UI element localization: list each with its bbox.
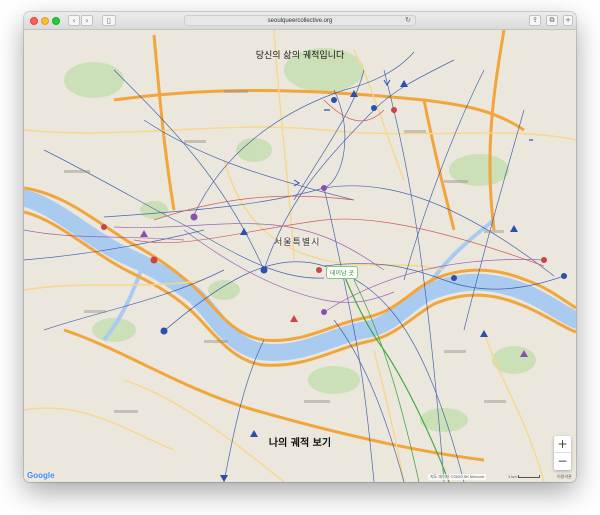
zoom-in-button[interactable]: +	[554, 436, 571, 453]
url-text: seoulqueercollective.org	[267, 18, 333, 24]
minimize-window-button[interactable]	[41, 17, 49, 25]
forward-button[interactable]: ›	[81, 15, 93, 26]
scale-label: 1 km	[508, 474, 517, 479]
terms-link[interactable]: 이용약관	[557, 474, 572, 480]
sidebar-toggle-button[interactable]: ▯	[102, 15, 116, 26]
browser-window: ‹ › ▯ seoulqueercollective.org ↻ ⇪ ⧉ + 당…	[24, 12, 576, 482]
sidebar-icon: ▯	[106, 16, 112, 25]
map-canvas	[24, 30, 576, 482]
zoom-control: + −	[554, 436, 571, 470]
zoom-window-button[interactable]	[52, 17, 60, 25]
share-icon: ⇪	[532, 16, 538, 24]
tabs-icon: ⧉	[549, 16, 555, 24]
trajectory-routes	[24, 51, 565, 482]
trajectory-heading: 당신의 삶의 궤적입니다	[255, 51, 345, 61]
map-scale[interactable]: 1 km	[508, 474, 540, 479]
chevron-right-icon: ›	[85, 16, 89, 25]
new-tab-button[interactable]: +	[563, 15, 573, 26]
plus-icon: +	[565, 16, 571, 24]
browser-titlebar: ‹ › ▯ seoulqueercollective.org ↻ ⇪ ⧉ +	[24, 12, 576, 30]
trajectory-map[interactable]: 당신의 삶의 궤적입니다 서울특별시 데이남 곳 나의 궤적 보기 + − Go…	[24, 30, 576, 482]
reload-icon[interactable]: ↻	[405, 16, 411, 26]
back-button[interactable]: ‹	[68, 15, 80, 26]
tab-overview-button[interactable]: ⧉	[546, 15, 558, 26]
share-button[interactable]: ⇪	[529, 15, 541, 26]
google-logo[interactable]: Google	[27, 471, 55, 480]
city-label: 서울특별시	[274, 238, 321, 248]
scale-bar	[517, 475, 540, 479]
map-attribution: 지도 데이터 ©2020 SK telecom	[428, 474, 487, 480]
address-bar[interactable]: seoulqueercollective.org ↻	[184, 15, 416, 26]
view-my-trajectory-link[interactable]: 나의 궤적 보기	[24, 434, 576, 449]
place-tag[interactable]: 데이남 곳	[326, 266, 358, 279]
zoom-out-button[interactable]: −	[554, 453, 571, 470]
close-window-button[interactable]	[30, 17, 38, 25]
chevron-left-icon: ‹	[72, 16, 76, 25]
